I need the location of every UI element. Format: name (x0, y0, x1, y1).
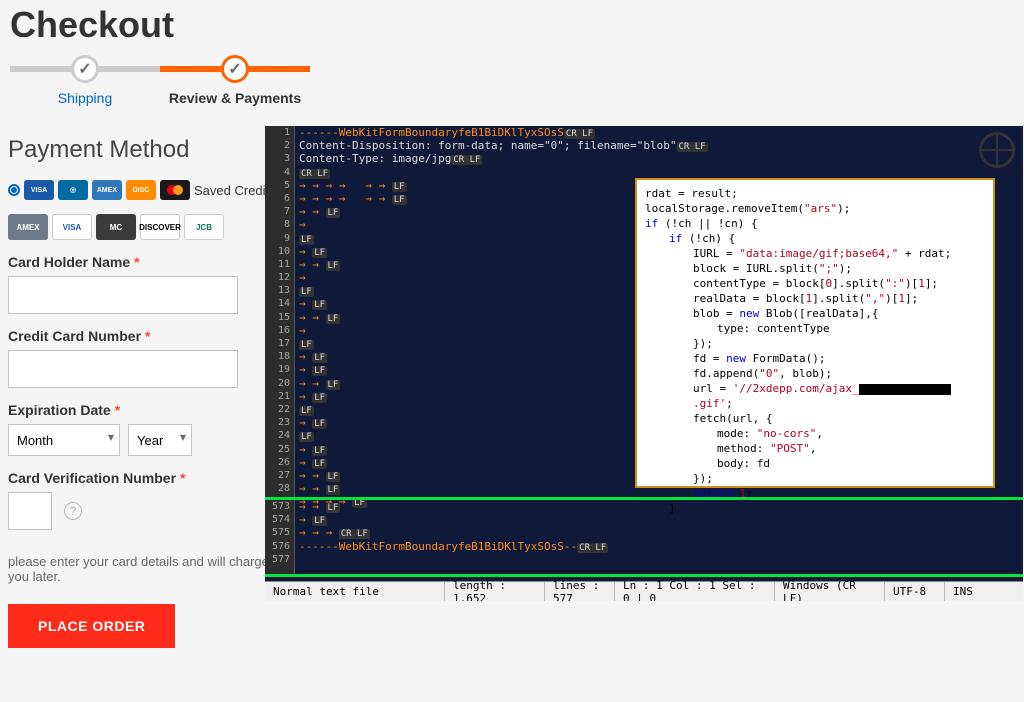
cvv-input[interactable] (8, 492, 52, 530)
amex-icon: AMEX (92, 180, 122, 200)
payment-heading: Payment Method (8, 136, 270, 164)
editor-panel: 1234567891011121314151617181920212223242… (265, 126, 1023, 601)
mastercard-icon: MC (96, 214, 136, 240)
status-enc: UTF-8 (885, 582, 945, 601)
discover-icon: DISCOVER (140, 214, 180, 240)
status-type: Normal text file (265, 582, 445, 601)
amex-icon: AMEX (8, 214, 48, 240)
step-shipping[interactable]: ✓ Shipping (10, 66, 160, 106)
visa-icon: VISA (52, 214, 92, 240)
step-review-label: Review & Payments (169, 90, 301, 106)
card-number-input[interactable] (8, 350, 238, 388)
step-review: ✓ Review & Payments (160, 66, 310, 106)
saved-credit-label: Saved Credit (194, 183, 269, 198)
help-icon[interactable]: ? (64, 502, 82, 520)
ccn-label: Credit Card Number* (8, 328, 270, 344)
redacted-url (859, 384, 951, 395)
exp-label: Expiration Date* (8, 402, 270, 418)
visa-icon: VISA (24, 180, 54, 200)
check-icon: ✓ (71, 55, 99, 83)
exp-month-select[interactable]: Month (8, 424, 120, 456)
status-ins: INS (945, 582, 981, 601)
exp-year-select[interactable]: Year (128, 424, 192, 456)
status-pos: Ln : 1 Col : 1 Sel : 0 | 0 (615, 582, 775, 601)
checkout-progress: ✓ Shipping ✓ Review & Payments (0, 56, 1024, 126)
discover-icon: DISC (126, 180, 156, 200)
charge-note: please enter your card details and will … (8, 554, 270, 584)
editor-statusbar: Normal text file length : 1,652 lines : … (265, 581, 1023, 601)
editor-bottom-block: 573574575576577 → → LF → LF → → → CR LF … (265, 497, 1023, 577)
radio-saved[interactable] (8, 184, 20, 196)
payment-panel: Payment Method VISA ◎ AMEX DISC Saved Cr… (0, 136, 270, 648)
card-holder-input[interactable] (8, 276, 238, 314)
mastercard-icon (160, 180, 190, 200)
page-title: Checkout (0, 0, 1024, 56)
status-eol: Windows (CR LF) (775, 582, 885, 601)
accepted-cards: AMEX VISA MC DISCOVER JCB (8, 214, 270, 240)
holder-label: Card Holder Name* (8, 254, 270, 270)
step-shipping-label[interactable]: Shipping (58, 90, 113, 106)
jcb-icon: JCB (184, 214, 224, 240)
status-lines: lines : 577 (545, 582, 615, 601)
cvv-label: Card Verification Number* (8, 470, 270, 486)
inset-code: rdat = result; localStorage.removeItem("… (635, 178, 995, 488)
saved-card-row[interactable]: VISA ◎ AMEX DISC Saved Credit (8, 180, 270, 200)
check-icon: ✓ (221, 55, 249, 83)
place-order-button[interactable]: PLACE ORDER (8, 604, 175, 648)
status-length: length : 1,652 (445, 582, 545, 601)
diners-icon: ◎ (58, 180, 88, 200)
